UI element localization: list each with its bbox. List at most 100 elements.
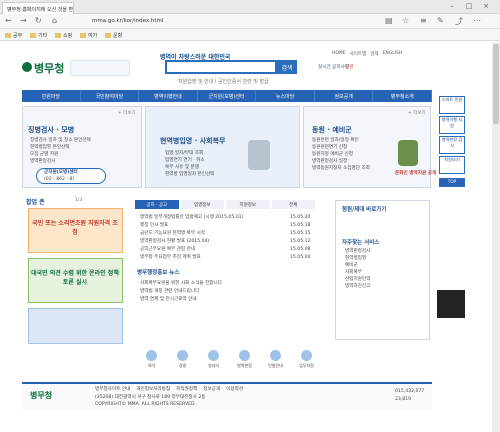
list-item[interactable]: 입영 일자/부대 조회 [165, 150, 203, 157]
reading-view-icon[interactable]: ▤ [385, 16, 393, 25]
scrollbar-thumb[interactable] [493, 44, 499, 124]
list-item[interactable]: 동원훈련 일자/일정 확인 [312, 137, 359, 144]
list-item[interactable]: 현역병 입영일자 본인선택 [165, 171, 214, 178]
news-item[interactable]: 공익근무요원 복무 관련 안내 [140, 246, 195, 253]
quick-icon[interactable]: 일자리 [199, 350, 228, 372]
gnb-item[interactable]: 병무청소개 [373, 90, 433, 102]
address-bar[interactable]: mma.go.kr/kor/index.html [90, 16, 250, 26]
event-news-item[interactable]: 병역법 개정 관련 안내드립니다 [140, 288, 199, 295]
refresh-icon[interactable]: ↻ [35, 16, 42, 25]
gnb-item[interactable]: 국민참여마당 [81, 90, 140, 102]
top-button[interactable]: TOP [439, 178, 465, 187]
favorite-item[interactable]: 쇼핑 [55, 32, 72, 39]
service-link[interactable]: 예비군 [345, 262, 358, 269]
news-date: 15.05.15 [290, 231, 311, 236]
news-item[interactable]: 금년도 기능요원 현역병 복무 시작 [140, 230, 205, 237]
notes-icon[interactable]: ✎ [437, 16, 444, 25]
forward-icon[interactable]: → [20, 16, 27, 25]
list-item[interactable]: 복무 사유 및 분쟁 [165, 164, 199, 171]
rail-item[interactable]: 병역판정 검사 [439, 136, 465, 154]
top-link-home[interactable]: HOME [332, 51, 346, 57]
footer-link[interactable]: 이용약관 [226, 386, 243, 393]
soldier-icon [398, 140, 418, 166]
tab-enlist[interactable]: 입영정보 [180, 200, 224, 209]
service-link[interactable]: 산업지원인력 [345, 276, 370, 283]
top-link-english[interactable]: ENGLISH [383, 51, 403, 57]
tab-all[interactable]: 전체 [271, 200, 315, 209]
maximize-icon[interactable]: □ [462, 2, 476, 10]
tab-notice[interactable]: 공지 · 공고 [135, 200, 179, 209]
news-tabs: 공지 · 공고 입영정보 지원정보 전체 [135, 200, 315, 209]
gnb-item[interactable]: 군지원(모병)센터 [198, 90, 257, 102]
list-item[interactable]: 징병검사 일자 및 장소 본인선택 [30, 137, 91, 144]
top-link-search[interactable]: 검색 [370, 51, 378, 57]
footer-link[interactable]: 병무청사이트 안내 [95, 386, 130, 393]
service-link[interactable]: 병역자진신고 [345, 283, 370, 290]
list-item[interactable]: 동원지정 예비군 신청 [312, 151, 353, 158]
list-item[interactable]: 병력동원지정자 소집명단 조회 [312, 165, 370, 172]
top-links: HOME 사이트맵 검색 ENGLISH [332, 51, 402, 57]
news-item[interactable]: 병역판정검사 현황 발표 (2015.04) [140, 238, 209, 245]
civil-link[interactable]: 민원 [345, 64, 353, 71]
close-icon[interactable]: × [479, 2, 493, 10]
footer-link[interactable]: 개인정보처리방침 [136, 386, 170, 393]
hub-icon[interactable]: ≡ [420, 16, 427, 25]
service-link[interactable]: 현역병입영 [345, 255, 366, 262]
rail-item[interactable]: 지원보기 [439, 156, 465, 174]
gnb-item[interactable]: 정보공개 [315, 90, 374, 102]
home-icon[interactable]: ⌂ [52, 16, 57, 25]
site-logo[interactable]: 병무청 [34, 60, 64, 76]
news-item[interactable]: 행정 인사 발표 [140, 222, 168, 229]
event-news-item[interactable]: 사회복무요원을 위한 사회 소식을 전합니다 [140, 280, 222, 287]
favorite-item[interactable]: 기타 [30, 32, 47, 39]
favorite-item[interactable]: 공부 [5, 32, 22, 39]
apply-title[interactable]: 청원/제대 바로가기 [342, 205, 386, 213]
more-icon[interactable]: ⋯ [473, 16, 481, 25]
quick-icon[interactable]: 병역판정 [230, 350, 259, 372]
search-button[interactable]: 검색 [277, 60, 297, 74]
list-item[interactable]: 모집 군별 지원 [30, 151, 58, 158]
tab-support[interactable]: 지원정보 [226, 200, 270, 209]
news-item[interactable]: 병역법 일부개정법률안 입법예고 (시행 2015.05.01) [140, 214, 243, 221]
gnb-item[interactable]: 민원마당 [22, 90, 81, 102]
minimize-icon[interactable]: – [445, 2, 459, 10]
folder-icon [105, 33, 111, 38]
list-item[interactable]: 병역판정검사 [30, 158, 55, 165]
list-item[interactable]: 동원훈련연기 신청 [312, 144, 347, 151]
popup-banner-text: 대국민 의견 수렴 위한 온라인 정책토론 실시 [31, 270, 119, 286]
badge[interactable]: 문화인 병역지원 공개 [395, 170, 436, 177]
rail-item[interactable]: 스마트 민원 [439, 96, 465, 114]
quick-icon[interactable]: 육아 [137, 350, 166, 372]
back-icon[interactable]: ← [5, 16, 12, 25]
search-input[interactable] [165, 60, 277, 74]
event-news-item[interactable]: 병역 면제 및 전시근로역 안내 [140, 296, 197, 303]
campaign-banner[interactable] [70, 60, 130, 76]
favorite-item[interactable]: 여가 [80, 32, 97, 39]
footer-link[interactable]: 정보공개 [203, 386, 220, 393]
promo-banner[interactable] [28, 308, 123, 344]
visitor-count: 015,432,077 [395, 389, 425, 394]
quick-circle-icon [239, 350, 250, 361]
favorite-star-icon[interactable]: ☆ [402, 16, 409, 25]
gnb-item[interactable]: 뉴스마당 [256, 90, 315, 102]
quick-icon[interactable]: 경병 [168, 350, 197, 372]
gnb-item[interactable]: 병역이행안내 [139, 90, 198, 102]
recruit-center-phone: (02 - 862 - 8) [44, 177, 75, 182]
quick-icon[interactable]: 민원안내 [261, 350, 290, 372]
list-item[interactable]: 입영연기 연기 · 취소 [165, 157, 205, 164]
browser-tab[interactable]: 병무청 홈페이지에 오신 것을 환영 [2, 2, 74, 14]
top-link-sitemap[interactable]: 사이트맵 [350, 51, 367, 57]
more-link[interactable]: + 더보기 [118, 110, 136, 116]
list-item[interactable]: 병역판정검사 일정 [312, 158, 347, 165]
quick-icon[interactable]: 업무지원 [292, 350, 321, 372]
service-link[interactable]: 사회복무 [345, 269, 362, 276]
more-link[interactable]: + 더보기 [408, 110, 426, 116]
share-icon[interactable]: ⤴ [455, 16, 463, 27]
news-item[interactable]: 병무청 주요업무 추진 계획 발표 [140, 254, 201, 261]
footer-link[interactable]: 저작권정책 [176, 386, 197, 393]
popup-zone-title: 팝업 존 [26, 199, 45, 206]
rail-item[interactable]: 병역이행 지원 [439, 116, 465, 134]
favorite-item[interactable]: 운항 [105, 32, 122, 39]
service-link[interactable]: 병역판정검사 [345, 248, 370, 255]
list-item[interactable]: 현역병입영 본인선택 [30, 144, 70, 151]
